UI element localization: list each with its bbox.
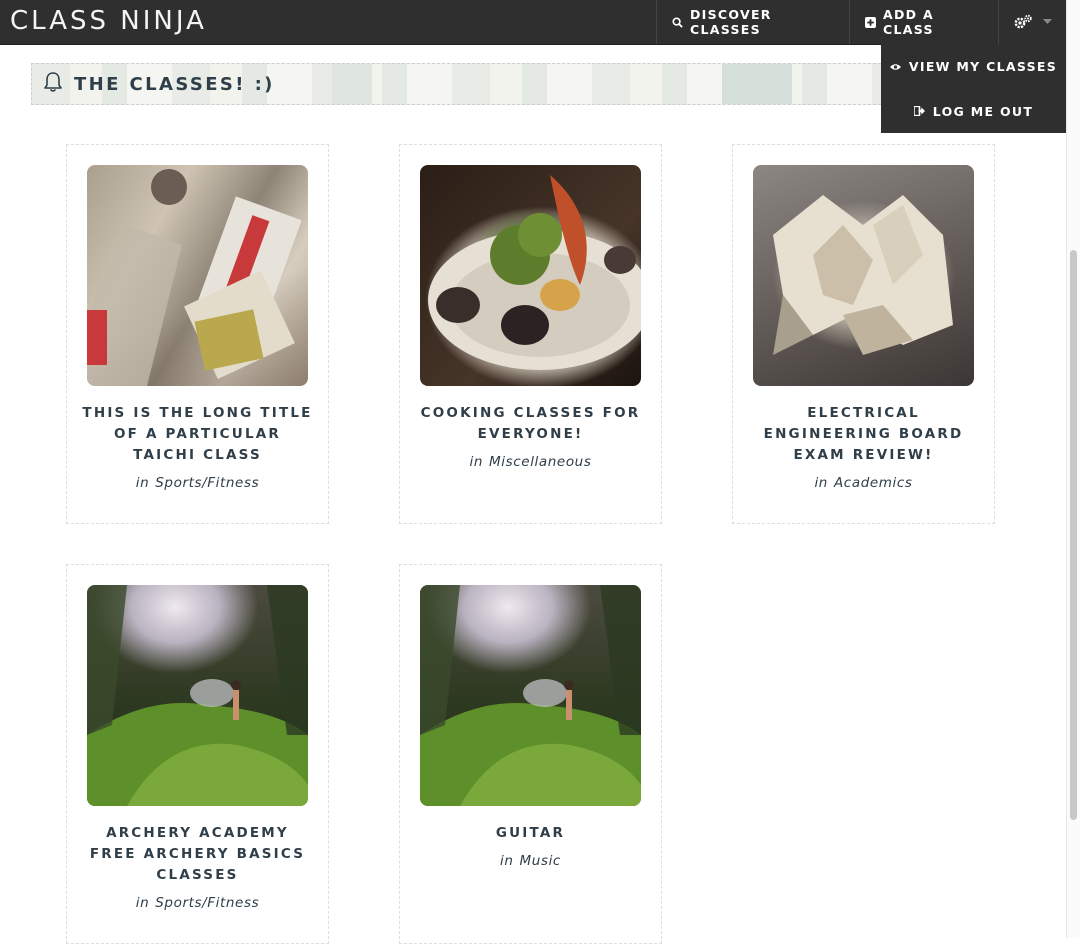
add-class-label: ADD A CLASS [883, 7, 934, 37]
class-title[interactable]: COOKING CLASSES FOR EVERYONE! [415, 403, 646, 445]
class-category: in Miscellaneous [400, 454, 661, 470]
category-name[interactable]: Music [520, 853, 561, 869]
category-prefix: in [500, 853, 514, 869]
class-title[interactable]: THIS IS THE LONG TITLE OF A PARTICULAR T… [82, 403, 313, 466]
category-name[interactable]: Sports/Fitness [155, 475, 259, 491]
view-my-classes-label: VIEW MY CLASSES [908, 58, 1058, 74]
class-category: in Sports/Fitness [67, 895, 328, 911]
class-thumbnail[interactable] [420, 585, 641, 806]
discover-classes-label: DISCOVER CLASSES [690, 7, 772, 37]
settings-dropdown-menu: VIEW MY CLASSES LOG ME OUT [881, 44, 1066, 133]
class-category: in Sports/Fitness [67, 475, 328, 491]
plus-square-icon [865, 16, 876, 28]
brand-logo[interactable]: CLASS NINJA [10, 3, 207, 39]
page-scrollbar[interactable] [1066, 0, 1080, 938]
class-title[interactable]: ELECTRICAL ENGINEERING BOARD EXAM REVIEW… [748, 403, 979, 466]
category-name[interactable]: Academics [834, 475, 913, 491]
class-title-line: FREE ARCHERY BASICS [89, 846, 306, 862]
class-card[interactable]: THIS IS THE LONG TITLE OF A PARTICULAR T… [66, 144, 329, 524]
add-class-link[interactable]: ADD A CLASS [849, 0, 998, 44]
class-title[interactable]: GUITAR [415, 823, 646, 844]
class-title-line: EVERYONE! [477, 426, 584, 442]
class-title-line: COOKING CLASSES FOR [420, 405, 641, 421]
class-category: in Music [400, 853, 661, 869]
scrollbar-thumb[interactable] [1070, 250, 1077, 820]
class-title-line: EXAM REVIEW! [793, 447, 934, 463]
category-name[interactable]: Miscellaneous [489, 454, 591, 470]
header-texture [722, 64, 792, 104]
class-title-line: CLASSES [156, 867, 239, 883]
header-texture [332, 64, 372, 104]
class-title-line: ARCHERY ACADEMY [106, 825, 289, 841]
top-navbar: CLASS NINJA DISCOVER CLASSES ADD A CLASS [0, 0, 1066, 45]
caret-down-icon [1043, 19, 1052, 25]
category-prefix: in [814, 475, 828, 491]
section-title: THE CLASSES! :) [42, 64, 275, 104]
navbar-actions: DISCOVER CLASSES ADD A CLASS [656, 0, 1066, 44]
class-title-line: GUITAR [495, 825, 566, 841]
category-prefix: in [135, 475, 150, 491]
class-title-line: ELECTRICAL [807, 405, 920, 421]
category-prefix: in [135, 895, 150, 911]
class-category: in Academics [733, 475, 994, 491]
sign-out-icon [913, 104, 925, 119]
log-me-out-item[interactable]: LOG ME OUT [881, 89, 1066, 133]
class-card[interactable]: COOKING CLASSES FOR EVERYONE! in Miscella… [399, 144, 662, 524]
class-title[interactable]: ARCHERY ACADEMY FREE ARCHERY BASICS CLAS… [82, 823, 313, 886]
class-title-line: TAICHI CLASS [133, 447, 262, 463]
class-title-line: ENGINEERING BOARD [763, 426, 964, 442]
class-thumbnail[interactable] [420, 165, 641, 386]
class-card[interactable]: GUITAR in Music [399, 564, 662, 944]
category-name[interactable]: Sports/Fitness [155, 895, 259, 911]
class-title-line: OF A PARTICULAR [114, 426, 281, 442]
settings-dropdown-toggle[interactable] [998, 0, 1066, 44]
class-thumbnail[interactable] [753, 165, 974, 386]
class-title-line: THIS IS THE LONG TITLE [82, 405, 313, 421]
eye-icon [889, 59, 901, 74]
section-title-text: THE CLASSES! :) [74, 73, 275, 95]
class-thumbnail[interactable] [87, 585, 308, 806]
view-my-classes-item[interactable]: VIEW MY CLASSES [881, 44, 1066, 88]
class-thumbnail[interactable] [87, 165, 308, 386]
bell-icon [42, 71, 64, 98]
section-header: THE CLASSES! :) [31, 63, 891, 105]
search-icon [672, 16, 683, 28]
class-card[interactable]: ELECTRICAL ENGINEERING BOARD EXAM REVIEW… [732, 144, 995, 524]
discover-classes-link[interactable]: DISCOVER CLASSES [656, 0, 849, 44]
category-prefix: in [469, 454, 484, 470]
class-card[interactable]: ARCHERY ACADEMY FREE ARCHERY BASICS CLAS… [66, 564, 329, 944]
gears-icon [1013, 14, 1033, 30]
log-me-out-label: LOG ME OUT [932, 103, 1034, 119]
